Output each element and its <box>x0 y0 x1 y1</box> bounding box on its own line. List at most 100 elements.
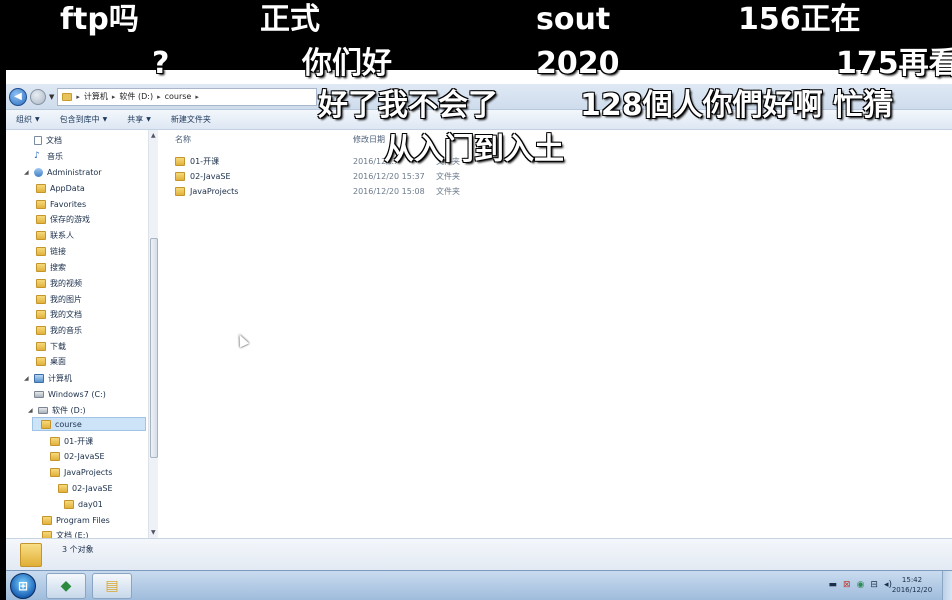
taskbar-app-browser[interactable]: ◆ <box>46 573 86 599</box>
nav-label: JavaProjects <box>64 467 113 477</box>
nav-label: 联系人 <box>50 230 74 240</box>
windows-logo-icon: ⊞ <box>17 579 29 593</box>
scroll-down-icon[interactable]: ▼ <box>151 529 156 536</box>
nav-item-favorites[interactable]: Favorites <box>36 197 86 211</box>
music-note-icon: ♪ <box>34 150 40 161</box>
breadcrumb-course[interactable]: course <box>165 92 192 101</box>
danmaku-comment: 好了我不会了 <box>318 88 498 123</box>
file-row[interactable]: 02-JavaSE 2016/12/20 15:37 文件夹 <box>175 169 575 183</box>
dropdown-arrow-icon: ▼ <box>102 116 108 123</box>
file-name: JavaProjects <box>190 186 239 196</box>
nav-item-my-documents[interactable]: 我的文档 <box>36 307 82 321</box>
chevron-right-icon[interactable]: ▸ <box>112 93 116 101</box>
start-button[interactable]: ⊞ <box>10 573 36 599</box>
folder-icon <box>62 92 73 101</box>
clock-date: 2016/12/20 <box>891 586 933 594</box>
scroll-thumb[interactable] <box>150 238 158 458</box>
nav-label: AppData <box>50 183 85 193</box>
nav-item-my-music[interactable]: 我的音乐 <box>36 323 82 337</box>
file-list: 名称 修改日期 01-开课 2016/12/... 文件夹 02-JavaSE … <box>159 130 952 538</box>
nav-item-day01[interactable]: day01 <box>64 497 103 511</box>
back-button[interactable]: ◀ <box>9 87 27 106</box>
scroll-up-icon[interactable]: ▲ <box>151 132 156 139</box>
nav-item-partial[interactable]: 文档 (E:) <box>42 528 89 538</box>
computer-icon <box>34 373 44 383</box>
nav-item-downloads[interactable]: 下载 <box>36 339 66 353</box>
file-row[interactable]: JavaProjects 2016/12/20 15:08 文件夹 <box>175 184 575 198</box>
nav-item-my-videos[interactable]: 我的视频 <box>36 276 82 290</box>
breadcrumb-drive-d[interactable]: 软件 (D:) <box>119 91 153 102</box>
folder-icon <box>36 278 46 288</box>
nav-scrollbar[interactable]: ▲ ▼ <box>148 130 158 538</box>
taskbar-clock[interactable]: 15:42 2016/12/20 <box>886 575 938 595</box>
nav-item-administrator[interactable]: ◢ Administrator <box>24 165 102 179</box>
chevron-right-icon[interactable]: ▸ <box>76 93 80 101</box>
nav-item-javaprojects[interactable]: JavaProjects <box>50 465 112 479</box>
app-tray-icon[interactable]: ◉ <box>857 580 865 590</box>
nav-item-desktop[interactable]: 桌面 <box>36 354 66 368</box>
folder-icon <box>58 483 68 493</box>
column-header-name[interactable]: 名称 <box>175 134 191 145</box>
nav-item-02-javase[interactable]: 02-JavaSE <box>50 449 105 463</box>
nav-label: 软件 (D:) <box>52 405 86 415</box>
navigation-pane: 文档 ♪ 音乐 ◢ Administrator AppData Favorites … <box>6 130 158 538</box>
folder-icon <box>36 309 46 319</box>
expand-icon[interactable]: ◢ <box>24 169 30 176</box>
danmaku-comment: 128個人你們好啊 忙猜 <box>580 88 894 123</box>
danmaku-comment: sout <box>536 2 611 37</box>
nav-label: 我的文档 <box>50 309 82 319</box>
nav-item-searches[interactable]: 搜索 <box>36 260 66 274</box>
item-count: 3 个对象 <box>62 545 94 554</box>
new-folder-label: 新建文件夹 <box>170 115 211 124</box>
nav-item-computer[interactable]: ◢ 计算机 <box>24 371 72 385</box>
network-icon[interactable]: ⊟ <box>870 580 878 590</box>
nav-item-course[interactable]: course <box>32 417 146 431</box>
nav-item-documents[interactable]: 文档 <box>34 133 62 147</box>
mouse-cursor-icon <box>234 332 250 348</box>
folder-icon <box>50 436 60 446</box>
folder-icon <box>175 171 185 181</box>
breadcrumb-computer[interactable]: 计算机 <box>84 91 108 102</box>
nav-item-links[interactable]: 链接 <box>36 244 66 258</box>
include-in-library-button[interactable]: 包含到库中 ▼ <box>50 114 118 125</box>
danmaku-comment: ftp吗 <box>60 2 139 37</box>
keyboard-icon[interactable]: ▬ <box>829 580 838 590</box>
dropdown-arrow-icon: ▼ <box>146 116 151 123</box>
nav-item-contacts[interactable]: 联系人 <box>36 228 74 242</box>
show-desktop-button[interactable] <box>942 571 952 600</box>
column-header-date[interactable]: 修改日期 <box>353 134 385 145</box>
security-icon[interactable]: ⊠ <box>843 580 851 590</box>
nav-item-music[interactable]: ♪ 音乐 <box>34 149 63 163</box>
nav-item-jp-02-javase[interactable]: 02-JavaSE <box>58 481 113 495</box>
document-icon <box>34 135 42 145</box>
nav-label: Administrator <box>47 167 102 177</box>
nav-label: 01-开课 <box>64 436 94 446</box>
organize-button[interactable]: 组织 ▼ <box>6 114 50 125</box>
forward-button[interactable] <box>30 88 46 105</box>
nav-label: course <box>55 419 82 429</box>
chevron-right-icon[interactable]: ▸ <box>195 93 199 101</box>
history-dropdown-icon[interactable]: ▼ <box>49 93 54 101</box>
expand-icon[interactable]: ◢ <box>24 375 30 382</box>
expand-icon[interactable]: ◢ <box>28 407 34 414</box>
nav-item-drive-d[interactable]: ◢ 软件 (D:) <box>28 403 86 417</box>
nav-item-my-pictures[interactable]: 我的图片 <box>36 292 82 306</box>
nav-item-drive-c[interactable]: Windows7 (C:) <box>34 387 106 401</box>
nav-label: 文档 <box>46 135 62 145</box>
breadcrumb[interactable]: ▸ 计算机 ▸ 软件 (D:) ▸ course ▸ <box>57 87 318 106</box>
nav-item-saved-games[interactable]: 保存的游戏 <box>36 212 90 226</box>
share-button[interactable]: 共享 ▼ <box>117 114 161 125</box>
danmaku-comment: 156正在 <box>738 2 861 37</box>
nav-label: Favorites <box>50 199 87 209</box>
folder-icon: ▤ <box>105 578 119 594</box>
nav-item-01-kaike[interactable]: 01-开课 <box>50 434 93 448</box>
user-icon <box>34 167 43 177</box>
nav-item-appdata[interactable]: AppData <box>36 181 85 195</box>
new-folder-button[interactable]: 新建文件夹 <box>161 114 221 125</box>
nav-label: Windows7 (C:) <box>48 389 106 399</box>
nav-item-program-files[interactable]: Program Files <box>42 513 110 527</box>
folder-icon <box>20 542 42 567</box>
file-type: 文件夹 <box>436 171 460 181</box>
chevron-right-icon[interactable]: ▸ <box>157 93 161 101</box>
taskbar-app-explorer[interactable]: ▤ <box>92 573 132 599</box>
